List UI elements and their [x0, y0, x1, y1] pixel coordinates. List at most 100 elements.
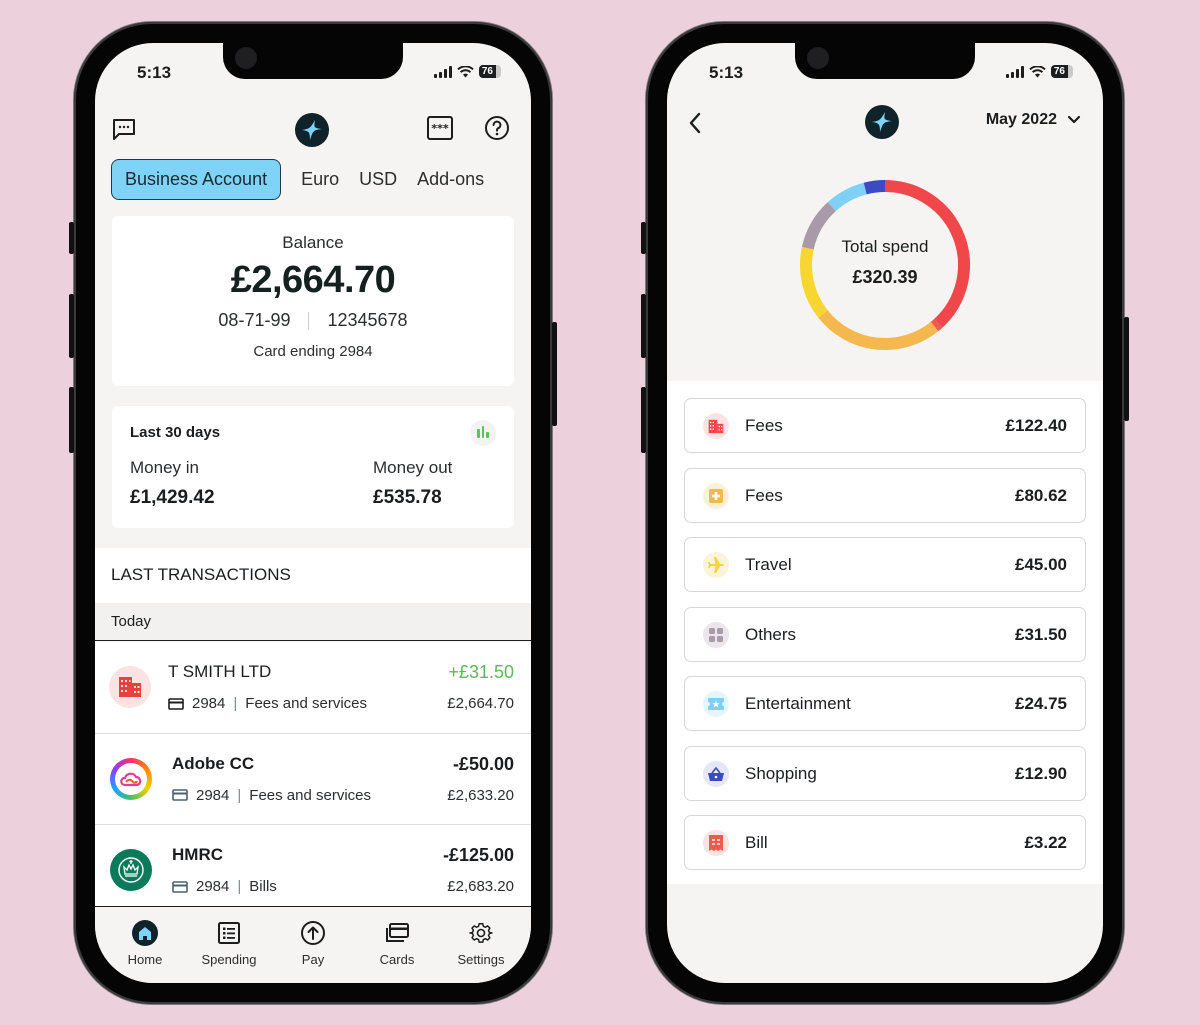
- category-row[interactable]: Fees £80.62: [684, 467, 1086, 523]
- tab-add-ons[interactable]: Add-ons: [417, 159, 484, 200]
- nav-spending[interactable]: Spending: [189, 919, 269, 983]
- chat-button[interactable]: [111, 116, 137, 142]
- category-row[interactable]: Entertainment £24.75: [684, 676, 1086, 731]
- total-spend-value: £320.39: [852, 267, 918, 287]
- battery-icon: 76: [1050, 65, 1073, 78]
- app-logo: [865, 105, 899, 139]
- status-time: 5:13: [137, 63, 172, 82]
- transaction-category: Fees and services: [245, 695, 368, 712]
- day-label: Today: [95, 603, 531, 641]
- tab-business-account[interactable]: Business Account: [111, 159, 282, 200]
- tab-usd[interactable]: USD: [359, 159, 397, 200]
- receipt-icon: [703, 830, 729, 856]
- back-button[interactable]: [687, 111, 703, 135]
- transactions-header: LAST TRANSACTIONS: [95, 548, 531, 603]
- spending-header: May 2022: [667, 103, 1103, 143]
- basket-icon: [703, 760, 729, 787]
- camera: [807, 47, 829, 69]
- category-row[interactable]: Others £31.50: [684, 606, 1086, 662]
- chat-icon: [113, 119, 135, 140]
- transaction-meta: 2984 | Fees and services: [168, 695, 367, 712]
- transaction-amount: -£50.00: [452, 753, 514, 774]
- account-details: 08-71-99 12345678: [112, 310, 514, 331]
- running-balance: £2,664.70: [447, 695, 514, 712]
- password-icon: ***: [427, 116, 453, 140]
- category-row[interactable]: Travel £45.00: [684, 537, 1086, 592]
- cards-icon: [383, 919, 411, 947]
- category-amount: £80.62: [1015, 485, 1067, 505]
- category-row[interactable]: Shopping £12.90: [684, 745, 1086, 801]
- transaction-meta: 2984 | Bills: [172, 878, 277, 895]
- category-amount: £12.90: [1015, 763, 1067, 783]
- arrow-up-circle-icon: [299, 919, 327, 947]
- notch: [223, 43, 403, 79]
- transaction-category: Bills: [249, 878, 277, 895]
- balance-card[interactable]: Balance £2,664.70 08-71-99 12345678 Card…: [112, 216, 514, 386]
- transaction-name: T SMITH LTD: [168, 662, 272, 681]
- signal-icon: [1005, 65, 1024, 78]
- volume-up-button: [69, 294, 74, 358]
- pin-button[interactable]: ***: [426, 114, 454, 142]
- nav-label: Settings: [457, 952, 505, 967]
- home-toolbar: ***: [95, 113, 531, 153]
- home-screen: 5:13 76 *** Business Account Euro USD Ad…: [95, 43, 531, 983]
- card-last-digits: 2984: [196, 786, 230, 804]
- card-icon: [172, 880, 188, 893]
- nav-home[interactable]: Home: [105, 919, 185, 983]
- bar-chart-icon[interactable]: [470, 420, 496, 446]
- transaction-meta: 2984 | Fees and services: [172, 787, 371, 804]
- money-out: Money out £535.78: [373, 458, 452, 509]
- silent-switch: [69, 222, 74, 254]
- category-name: Fees: [745, 485, 783, 505]
- signal-icon: [433, 65, 452, 78]
- building-icon: [109, 666, 151, 708]
- list-icon: [215, 919, 243, 947]
- power-button: [552, 322, 557, 426]
- help-button[interactable]: [484, 115, 510, 141]
- donut-slice-bill: [930, 318, 943, 332]
- running-balance: £2,683.20: [447, 878, 514, 895]
- separator: |: [233, 695, 238, 712]
- wifi-icon: [457, 65, 474, 77]
- month-selector[interactable]: May 2022: [986, 111, 1081, 129]
- nav-cards[interactable]: Cards: [357, 919, 437, 983]
- donut-slice-shopping: [863, 180, 886, 195]
- nav-label: Home: [127, 952, 163, 967]
- svg-text:***: ***: [431, 122, 449, 135]
- nav-pay[interactable]: Pay: [273, 919, 353, 983]
- spending-screen: 5:13 76 May 2022 Total spend £320.39 Fee…: [667, 43, 1103, 983]
- bottom-nav: Home Spending Pay Cards Settings: [95, 906, 531, 983]
- nav-label: Cards: [379, 952, 415, 967]
- account-tabs: Business Account Euro USD Add-ons: [111, 159, 531, 200]
- tab-euro[interactable]: Euro: [301, 159, 339, 200]
- silent-switch: [641, 222, 646, 254]
- volume-down-button: [641, 387, 646, 453]
- nav-settings[interactable]: Settings: [441, 919, 521, 983]
- category-amount: £24.75: [1015, 694, 1067, 713]
- transaction-list: T SMITH LTD 2984 | Fees and services +£3…: [95, 642, 531, 917]
- status-icons: 76: [1005, 65, 1073, 78]
- transaction-row[interactable]: T SMITH LTD 2984 | Fees and services +£3…: [95, 642, 531, 734]
- category-name: Fees: [745, 416, 783, 435]
- category-row[interactable]: Fees £122.40: [684, 398, 1086, 453]
- account-number: 12345678: [327, 310, 408, 330]
- transaction-name: Adobe CC: [172, 753, 255, 773]
- power-button: [1124, 317, 1129, 421]
- camera: [235, 47, 257, 69]
- category-name: Bill: [745, 833, 768, 852]
- transaction-row[interactable]: Adobe CC 2984 | Fees and services -£50.0…: [95, 734, 531, 825]
- transaction-amount: -£125.00: [442, 845, 514, 865]
- status-time: 5:13: [709, 63, 744, 82]
- grid-icon: [703, 621, 729, 648]
- transaction-row[interactable]: HMRC 2984 | Bills -£125.00 £2,683.20: [95, 825, 531, 917]
- hmrc-crown-logo: [110, 849, 152, 891]
- phone-home: 5:13 76 *** Business Account Euro USD Ad…: [69, 22, 557, 1004]
- category-amount: £31.50: [1015, 624, 1067, 644]
- card-ending: Card ending 2984: [253, 343, 373, 360]
- ticket-icon: [703, 691, 729, 717]
- category-row[interactable]: Bill £3.22: [684, 815, 1086, 870]
- medical-plus-icon: [703, 482, 729, 509]
- period-summary-card[interactable]: Last 30 days Money in £1,429.42 Money ou…: [112, 406, 514, 528]
- period-title: Last 30 days: [130, 424, 221, 441]
- category-name: Shopping: [745, 763, 817, 783]
